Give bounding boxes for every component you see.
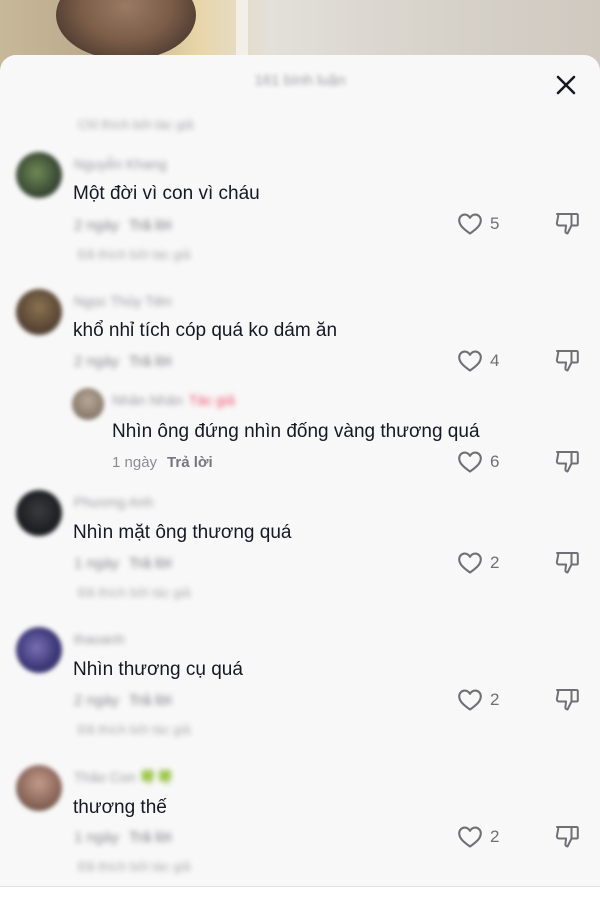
comment-meta: 1 ngày Trả lời	[74, 829, 172, 846]
reply-button[interactable]: Trả lời	[129, 692, 172, 709]
reply-username[interactable]: Nhân Nhân Tác giả	[112, 392, 235, 408]
comments-sheet: 161 bình luận Chỉ thích bởi tác giả Nguy…	[0, 55, 600, 900]
comment-text: thương thế	[73, 797, 167, 818]
reply-button[interactable]: Trả lời	[129, 555, 172, 572]
comment-time: 2 ngày	[74, 353, 120, 370]
like-count: 6	[490, 452, 500, 471]
like-button[interactable]: 2	[457, 686, 499, 714]
thumbs-down-icon	[555, 826, 579, 848]
liked-by-author-notice: Chỉ thích bởi tác giả	[78, 117, 194, 132]
comment-time: 1 ngày	[74, 555, 120, 572]
liked-by-author-label: Đã thích bởi tác giả	[78, 859, 191, 874]
avatar[interactable]	[16, 289, 62, 335]
reply-time: 1 ngày	[112, 454, 158, 471]
like-button[interactable]: 2	[457, 549, 499, 577]
thumbs-down-icon	[555, 451, 579, 473]
like-count: 2	[490, 553, 500, 572]
comment-input-bar-edge	[0, 886, 600, 900]
comment-text: Nhìn thương cụ quá	[73, 659, 243, 680]
dislike-button[interactable]	[554, 210, 580, 236]
dislike-button[interactable]	[554, 686, 580, 712]
comment-time: 1 ngày	[74, 829, 120, 846]
thumbs-down-icon	[555, 350, 579, 372]
heart-outline-icon	[458, 213, 482, 235]
avatar[interactable]	[16, 490, 62, 536]
thumbs-down-icon	[555, 213, 579, 235]
heart-outline-icon	[458, 826, 482, 848]
comment-time: 2 ngày	[74, 692, 120, 709]
comment-text: Nhìn mặt ông thương quá	[73, 522, 292, 543]
dislike-button[interactable]	[554, 448, 580, 474]
comment-text: Một đời vì con vì cháu	[73, 183, 260, 204]
comment-time: 2 ngày	[74, 217, 120, 234]
reply-button[interactable]: Trả lời	[129, 353, 172, 370]
comment-username[interactable]: thaoanh	[74, 631, 125, 647]
comment-username[interactable]: Thảo Con 🍀🍀	[74, 769, 174, 786]
dislike-button[interactable]	[554, 347, 580, 373]
like-count: 2	[490, 690, 500, 709]
close-button[interactable]	[552, 71, 580, 99]
dislike-button[interactable]	[554, 549, 580, 575]
close-icon	[556, 75, 576, 95]
comment-count-title: 161 bình luận	[254, 72, 346, 89]
like-button[interactable]: 4	[457, 347, 499, 375]
reply-meta: 1 ngày Trả lời	[112, 454, 213, 471]
comment-username[interactable]: Phương Anh	[74, 494, 153, 510]
video-person-face	[56, 0, 196, 60]
heart-outline-icon	[458, 552, 482, 574]
reply-avatar[interactable]	[72, 388, 104, 420]
like-button[interactable]: 2	[457, 823, 499, 851]
sheet-header: 161 bình luận	[0, 55, 600, 113]
like-button[interactable]: 5	[457, 210, 499, 238]
comment-text: khổ nhỉ tích cóp quá ko dám ăn	[73, 320, 338, 341]
video-object	[236, 0, 248, 60]
avatar[interactable]	[16, 765, 62, 811]
like-button[interactable]: 6	[457, 448, 499, 476]
heart-outline-icon	[458, 451, 482, 473]
heart-outline-icon	[458, 350, 482, 372]
reply-button[interactable]: Trả lời	[129, 217, 172, 234]
avatar[interactable]	[16, 152, 62, 198]
liked-by-author-label: Đã thích bởi tác giả	[78, 722, 191, 737]
avatar[interactable]	[16, 627, 62, 673]
like-count: 5	[490, 214, 500, 233]
reply-text: Nhìn ông đứng nhìn đống vàng thương quá	[112, 421, 480, 442]
heart-outline-icon	[458, 689, 482, 711]
comment-meta: 2 ngày Trả lời	[74, 353, 172, 370]
like-count: 2	[490, 827, 500, 846]
like-count: 4	[490, 351, 500, 370]
author-tag: Tác giả	[188, 392, 235, 408]
comment-meta: 2 ngày Trả lời	[74, 217, 172, 234]
liked-by-author-label: Đã thích bởi tác giả	[78, 585, 191, 600]
comment-username[interactable]: Ngọc Thủy Tiên	[74, 293, 172, 309]
comment-meta: 1 ngày Trả lời	[74, 555, 172, 572]
dislike-button[interactable]	[554, 823, 580, 849]
thumbs-down-icon	[555, 552, 579, 574]
thumbs-down-icon	[555, 689, 579, 711]
reply-button[interactable]: Trả lời	[167, 454, 213, 471]
reply-button[interactable]: Trả lời	[129, 829, 172, 846]
liked-by-author-label: Đã thích bởi tác giả	[78, 247, 191, 262]
comment-meta: 2 ngày Trả lời	[74, 692, 172, 709]
comment-username[interactable]: Nguyễn Khang	[74, 156, 167, 172]
